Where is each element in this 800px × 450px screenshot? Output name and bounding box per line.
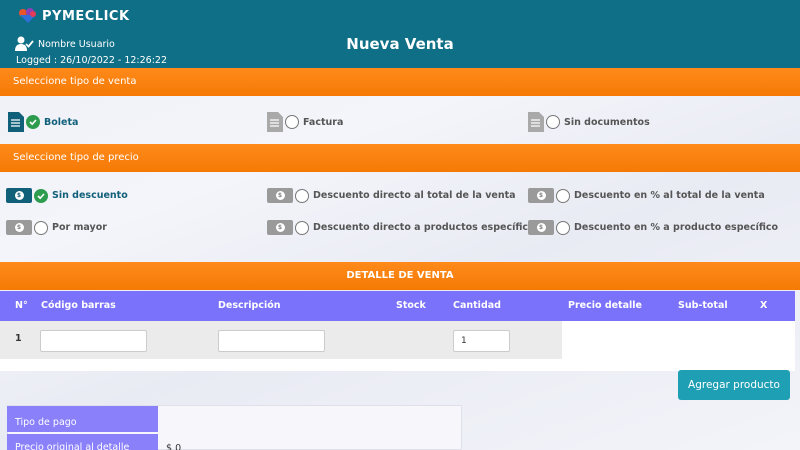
money-bill-icon: $ — [267, 220, 293, 235]
column-header-remove: X — [760, 300, 768, 311]
radio-checked-icon — [34, 188, 48, 203]
app-header: PYMECLICK Nombre Usuario Logged : 26/10/… — [0, 0, 800, 68]
column-header-description: Descripción — [218, 300, 281, 311]
radio-unchecked — [556, 188, 570, 203]
radio-unchecked — [285, 115, 299, 129]
original-price-label: Precio original al detalle — [7, 434, 158, 450]
detail-table-header: N° Código barras Descripción Stock Canti… — [0, 291, 795, 321]
option-label: Descuento directo al total de la venta — [313, 190, 516, 201]
document-icon — [8, 112, 24, 132]
radio-unchecked — [556, 220, 570, 235]
price-type-por-mayor[interactable]: $ Por mayor — [6, 220, 107, 235]
option-label: Sin descuento — [52, 190, 128, 201]
radio-unchecked — [295, 220, 309, 235]
radio-unchecked — [34, 220, 48, 235]
login-timestamp: Logged : 26/10/2022 - 12:26:22 — [16, 55, 168, 66]
option-label: Factura — [303, 116, 344, 128]
sale-type-boleta[interactable]: Boleta — [8, 112, 78, 132]
column-header-barcode: Código barras — [41, 300, 116, 311]
document-icon — [528, 112, 544, 132]
column-header-num: N° — [15, 300, 28, 311]
barcode-input[interactable] — [40, 330, 147, 352]
radio-checked-icon — [26, 115, 40, 129]
price-type-descuento-porcentaje-total[interactable]: $ Descuento en % al total de la venta — [528, 188, 765, 203]
money-bill-icon: $ — [6, 188, 32, 203]
price-type-descuento-porcentaje-producto[interactable]: $ Descuento en % a producto específico — [528, 220, 778, 235]
row-number: 1 — [15, 333, 22, 344]
description-input[interactable] — [218, 330, 325, 352]
price-type-sin-descuento[interactable]: $ Sin descuento — [6, 188, 128, 203]
option-label: Boleta — [44, 116, 79, 128]
column-header-price: Precio detalle — [568, 300, 642, 311]
sale-type-sin-documentos[interactable]: Sin documentos — [528, 112, 650, 132]
option-label: Descuento directo a productos específico… — [313, 222, 541, 233]
column-header-quantity: Cantidad — [453, 300, 501, 311]
table-row-filler — [562, 321, 795, 371]
detail-heading: DETALLE DE VENTA — [0, 262, 800, 290]
document-icon — [267, 112, 283, 132]
quantity-input[interactable]: 1 — [453, 330, 510, 352]
payment-type-label: Tipo de pago — [7, 406, 158, 432]
table-row-filler — [0, 359, 562, 371]
price-type-descuento-directo-productos[interactable]: $ Descuento directo a productos específi… — [267, 220, 540, 235]
option-label: Por mayor — [52, 222, 107, 233]
column-header-subtotal: Sub-total — [678, 300, 728, 311]
price-type-heading: Seleccione tipo de precio — [0, 144, 800, 172]
logo-hearts-icon — [19, 8, 36, 23]
money-bill-icon: $ — [528, 188, 554, 203]
brand-name: PYMECLICK — [42, 8, 130, 24]
radio-unchecked — [295, 188, 309, 203]
money-bill-icon: $ — [528, 220, 554, 235]
money-bill-icon: $ — [6, 220, 32, 235]
sale-type-heading: Seleccione tipo de venta — [0, 68, 800, 96]
option-label: Descuento en % a producto específico — [574, 222, 779, 233]
radio-unchecked — [546, 115, 560, 129]
money-bill-icon: $ — [267, 188, 293, 203]
option-label: Descuento en % al total de la venta — [574, 190, 765, 201]
original-price-value: $ 0 — [166, 443, 182, 450]
add-product-button[interactable]: Agregar producto — [678, 370, 790, 400]
column-header-stock: Stock — [396, 300, 426, 311]
sale-type-factura[interactable]: Factura — [267, 112, 343, 132]
brand-logo[interactable]: PYMECLICK — [18, 8, 130, 24]
page-title: Nueva Venta — [346, 35, 454, 53]
option-label: Sin documentos — [564, 116, 650, 128]
price-type-descuento-directo-total[interactable]: $ Descuento directo al total de la venta — [267, 188, 516, 203]
